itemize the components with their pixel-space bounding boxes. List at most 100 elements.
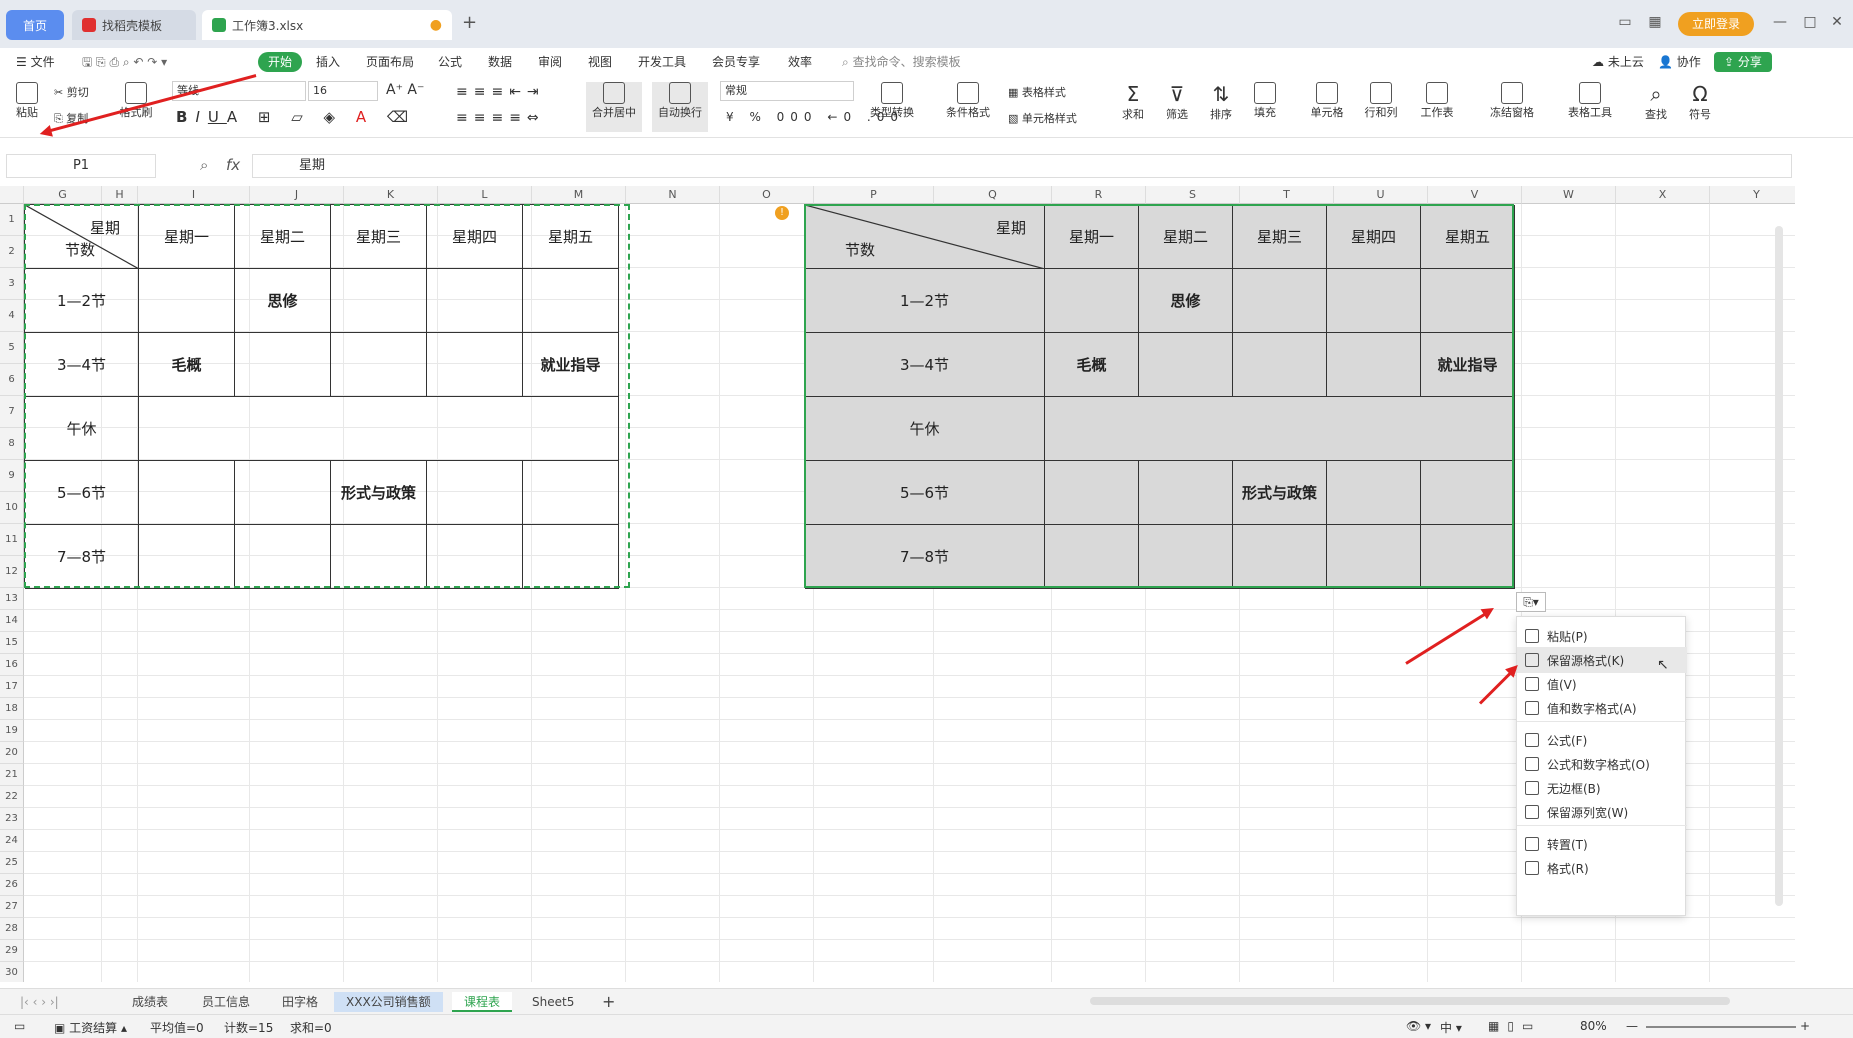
column-header[interactable]: U bbox=[1334, 186, 1428, 204]
paste-menu-item[interactable]: 公式和数字格式(O) bbox=[1517, 751, 1687, 777]
tab-home[interactable]: 首页 bbox=[6, 10, 64, 40]
sum-button[interactable]: Σ 求和 bbox=[1116, 82, 1150, 122]
table-style-button[interactable]: ▦ 表格样式 bbox=[1008, 84, 1066, 100]
menu-home[interactable]: 开始 bbox=[258, 52, 303, 72]
login-button[interactable]: 立即登录 bbox=[1678, 12, 1754, 36]
row-header[interactable]: 18 bbox=[0, 698, 24, 720]
zoom-out-icon[interactable]: — bbox=[1626, 1019, 1638, 1033]
menu-efficiency[interactable]: 效率 bbox=[782, 52, 818, 72]
cut-button[interactable]: ✂ 剪切 bbox=[54, 84, 89, 100]
cloud-status[interactable]: ☁ 未上云 bbox=[1586, 52, 1650, 72]
row-header[interactable]: 2 bbox=[0, 236, 24, 268]
paste-menu-item[interactable]: 格式(R) bbox=[1517, 855, 1687, 881]
column-header[interactable]: P bbox=[814, 186, 934, 204]
sheet-tab[interactable]: 田字格 bbox=[270, 992, 330, 1012]
formula-input[interactable]: 星期 bbox=[252, 154, 1792, 178]
row-header[interactable]: 21 bbox=[0, 764, 24, 786]
tab-template[interactable]: 找稻壳模板 bbox=[72, 10, 196, 40]
number-format-select[interactable]: 常规 bbox=[720, 81, 854, 101]
minimize-icon[interactable]: — bbox=[1765, 10, 1795, 34]
column-header[interactable]: R bbox=[1052, 186, 1146, 204]
row-header[interactable]: 14 bbox=[0, 610, 24, 632]
column-header[interactable]: N bbox=[626, 186, 720, 204]
sort-button[interactable]: ⇅ 排序 bbox=[1204, 82, 1238, 122]
row-header[interactable]: 11 bbox=[0, 524, 24, 556]
warning-icon[interactable]: ! bbox=[775, 206, 789, 220]
row-header[interactable]: 6 bbox=[0, 364, 24, 396]
wrap-button[interactable]: 自动换行 bbox=[652, 82, 708, 132]
column-header[interactable]: I bbox=[138, 186, 250, 204]
collab-button[interactable]: 👤 协作 bbox=[1652, 52, 1707, 72]
row-header[interactable]: 30 bbox=[0, 962, 24, 982]
column-header[interactable]: S bbox=[1146, 186, 1240, 204]
row-header[interactable]: 23 bbox=[0, 808, 24, 830]
column-header[interactable]: W bbox=[1522, 186, 1616, 204]
close-icon[interactable]: ✕ bbox=[1822, 10, 1852, 34]
view-mode-icons[interactable]: ▦▯▭ bbox=[1488, 1019, 1541, 1033]
apps-icon[interactable]: ▦ bbox=[1640, 10, 1670, 34]
menu-file[interactable]: ☰ 文件 bbox=[10, 52, 61, 72]
name-box[interactable]: P1 bbox=[6, 154, 156, 178]
sheet-tab[interactable]: Sheet5 bbox=[520, 992, 586, 1012]
maximize-icon[interactable]: □ bbox=[1795, 10, 1825, 34]
row-header[interactable]: 1 bbox=[0, 204, 24, 236]
menu-member[interactable]: 会员专享 bbox=[706, 52, 766, 72]
row-header[interactable]: 29 bbox=[0, 940, 24, 962]
row-header[interactable]: 26 bbox=[0, 874, 24, 896]
row-header[interactable]: 15 bbox=[0, 632, 24, 654]
format-painter-button[interactable]: 格式刷 bbox=[116, 82, 156, 120]
row-header[interactable]: 3 bbox=[0, 268, 24, 300]
worksheet-button[interactable]: 工作表 bbox=[1414, 82, 1460, 120]
paste-menu-item[interactable]: 粘贴(P) bbox=[1517, 623, 1687, 649]
select-all-corner[interactable] bbox=[0, 186, 24, 204]
input-method-icon[interactable]: 中 ▾ bbox=[1440, 1019, 1462, 1036]
row-header[interactable]: 16 bbox=[0, 654, 24, 676]
paste-menu-item[interactable]: 公式(F) bbox=[1517, 727, 1687, 753]
menu-review[interactable]: 审阅 bbox=[532, 52, 568, 72]
column-header[interactable]: O bbox=[720, 186, 814, 204]
row-header[interactable]: 5 bbox=[0, 332, 24, 364]
rowcol-button[interactable]: 行和列 bbox=[1358, 82, 1404, 120]
row-header[interactable]: 8 bbox=[0, 428, 24, 460]
row-header[interactable]: 24 bbox=[0, 830, 24, 852]
cond-format-button[interactable]: 条件格式 bbox=[940, 82, 996, 120]
sheet-tab[interactable]: XXX公司销售额 bbox=[334, 992, 443, 1012]
paste-menu-item[interactable]: 保留源列宽(W) bbox=[1517, 799, 1687, 825]
new-tab-icon[interactable]: + bbox=[462, 12, 477, 33]
paste-menu-item[interactable]: 无边框(B) bbox=[1517, 775, 1687, 801]
row-header[interactable]: 7 bbox=[0, 396, 24, 428]
row-header[interactable]: 28 bbox=[0, 918, 24, 940]
paste-menu-item[interactable]: 值(V) bbox=[1517, 671, 1687, 697]
menu-data[interactable]: 数据 bbox=[482, 52, 518, 72]
paste-menu-item[interactable]: 转置(T) bbox=[1517, 831, 1687, 857]
align-h-icons[interactable]: ≡≡≡≡⇔ bbox=[456, 110, 545, 126]
row-header[interactable]: 19 bbox=[0, 720, 24, 742]
type-convert-button[interactable]: 类型转换 bbox=[862, 82, 922, 120]
column-header[interactable]: H bbox=[102, 186, 138, 204]
horizontal-scrollbar[interactable] bbox=[1090, 997, 1730, 1005]
column-header[interactable]: T bbox=[1240, 186, 1334, 204]
eye-icon[interactable]: 👁 ▾ bbox=[1406, 1019, 1431, 1033]
symbol-button[interactable]: Ω 符号 bbox=[1682, 82, 1718, 122]
fx-icon[interactable]: fx bbox=[226, 156, 240, 174]
row-header[interactable]: 13 bbox=[0, 588, 24, 610]
sheet-tab[interactable]: 员工信息 bbox=[190, 992, 262, 1012]
fill-button[interactable]: 填充 bbox=[1248, 82, 1282, 120]
vertical-scrollbar[interactable] bbox=[1775, 226, 1783, 906]
column-header[interactable]: J bbox=[250, 186, 344, 204]
row-header[interactable]: 17 bbox=[0, 676, 24, 698]
column-header[interactable]: L bbox=[438, 186, 532, 204]
freeze-button[interactable]: 冻结窗格 bbox=[1482, 82, 1542, 120]
paste-options-button[interactable]: ⎘▾ bbox=[1516, 592, 1546, 612]
zoom-level[interactable]: 80% bbox=[1580, 1019, 1607, 1033]
cell-button[interactable]: 单元格 bbox=[1304, 82, 1350, 120]
column-header[interactable]: G bbox=[24, 186, 102, 204]
column-header[interactable]: Q bbox=[934, 186, 1052, 204]
layout-icon[interactable]: ▭ bbox=[1610, 10, 1640, 34]
table-tools-button[interactable]: 表格工具 bbox=[1560, 82, 1620, 120]
row-header[interactable]: 10 bbox=[0, 492, 24, 524]
find-button[interactable]: ⌕ 查找 bbox=[1638, 82, 1674, 122]
menu-page-layout[interactable]: 页面布局 bbox=[360, 52, 420, 72]
column-header[interactable]: X bbox=[1616, 186, 1710, 204]
zoom-slider[interactable] bbox=[1646, 1026, 1796, 1028]
